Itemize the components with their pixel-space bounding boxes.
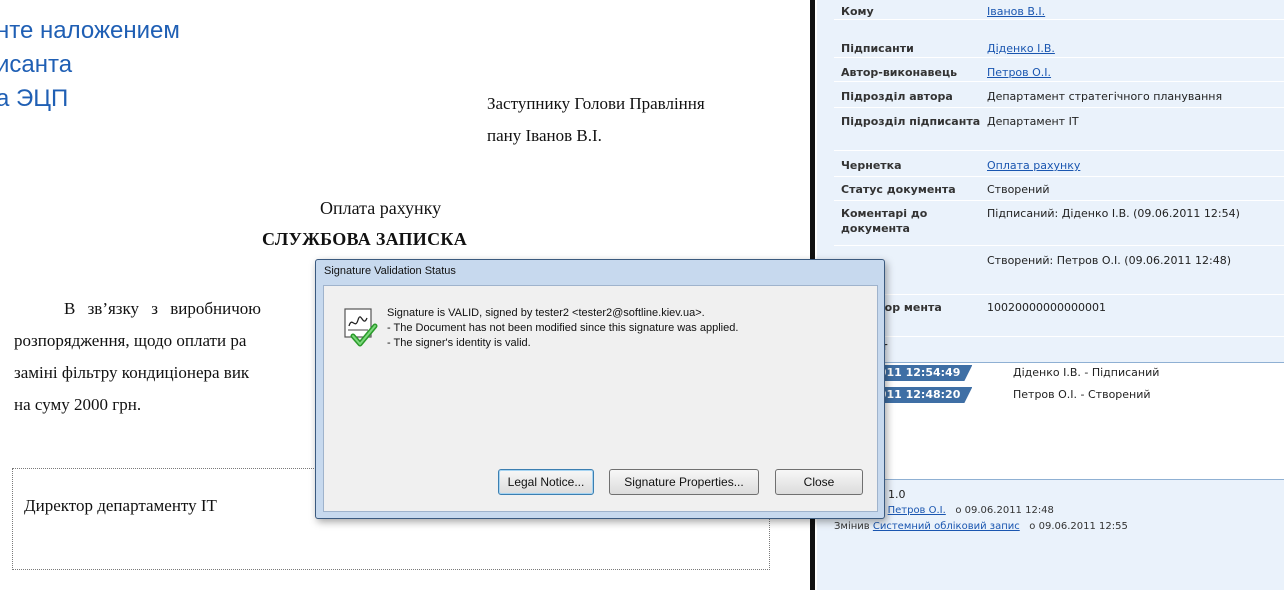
validation-message: Signature is VALID, signed by tester2 <t…: [387, 306, 738, 351]
prop-label: Автор-виконавець: [841, 66, 958, 79]
changed-date: о 09.06.2011 12:48: [955, 505, 1054, 516]
prop-label: Статус документа: [841, 183, 956, 196]
prop-row-to: Кому Іванов В.І.: [834, 0, 1284, 20]
addressee-line: Заступнику Голови Правління: [487, 94, 705, 113]
message-line: - The signer's identity is valid.: [387, 337, 531, 349]
dialog-title: Signature Validation Status: [324, 265, 456, 277]
prop-value-link[interactable]: Діденко І.В.: [987, 41, 1279, 57]
prop-label: Коментарі до документа: [841, 207, 928, 235]
prop-row-draft: Чернетка Оплата рахунку: [834, 154, 1284, 177]
body-line: на суму 2000 грн.: [14, 395, 142, 414]
signature-validation-dialog: Signature Validation Status Signature is…: [315, 259, 885, 519]
message-line: Signature is VALID, signed by tester2 <t…: [387, 307, 705, 319]
changed-by-line: ив Петров О.І. о 09.06.2011 12:48: [872, 505, 1054, 516]
changed-user-link[interactable]: Петров О.І.: [888, 505, 946, 516]
body-line: розпорядження, щодо оплати ра: [14, 331, 247, 350]
prop-value: Департамент IT: [987, 115, 1079, 128]
body-line: заміні фільтру кондиціонера вик: [14, 363, 250, 382]
slide-heading-line: а ЭЦП: [0, 85, 69, 112]
document-subject: Оплата рахунку: [320, 198, 442, 218]
prop-row-identifier: ифікатор мента 10020000000000001: [834, 296, 1284, 337]
prop-value-link[interactable]: Оплата рахунку: [987, 158, 1279, 174]
prop-label: Підписанти: [841, 42, 914, 55]
changed-user-link[interactable]: Системний обліковий запис: [873, 521, 1020, 532]
properties-panel: Кому Іванов В.І. Підписанти Діденко І.В.…: [817, 0, 1284, 590]
prop-row-author-dept: Підрозділ автора Департамент стратегічно…: [834, 85, 1284, 108]
version-number: 1.0: [888, 488, 906, 501]
prop-value: Створений: [987, 183, 1050, 196]
prop-value: Підписаний: Діденко І.В. (09.06.2011 12:…: [987, 207, 1240, 220]
prop-label: Підрозділ автора: [841, 90, 953, 103]
changed-date: о 09.06.2011 12:55: [1029, 521, 1128, 532]
legal-notice-button[interactable]: Legal Notice...: [498, 469, 594, 495]
changed-prefix: Змінив: [834, 521, 870, 532]
addressee: Заступнику Голови Правління пану Іванов …: [487, 88, 705, 152]
prop-label: Підрозділ підписанта: [841, 115, 981, 128]
history-entry[interactable]: Діденко І.В. - Підписаний: [1013, 366, 1159, 379]
prop-row-status: Статус документа Створений: [834, 178, 1284, 201]
changed-by-line: Змінив Системний обліковий запис о 09.06…: [834, 521, 1128, 532]
prop-value-link[interactable]: Іванов В.І.: [987, 4, 1279, 20]
prop-row-signers: Підписанти Діденко І.В.: [834, 37, 1284, 58]
history-entry[interactable]: Петров О.І. - Створений: [1013, 388, 1151, 401]
prop-row-comments-2: Створений: Петров О.І. (09.06.2011 12:48…: [834, 249, 1284, 295]
history-list: .2011 12:54:49 Діденко І.В. - Підписаний…: [862, 362, 1284, 480]
prop-label: Чернетка: [841, 159, 902, 172]
dialog-titlebar[interactable]: Signature Validation Status: [316, 260, 884, 284]
signature-label: Директор департаменту IT: [24, 496, 217, 515]
slide-heading: нте наложением исанта а ЭЦП: [0, 14, 180, 116]
prop-label: Кому: [841, 5, 874, 18]
prop-value: Департамент стратегічного планування: [987, 90, 1223, 103]
prop-row-comments: Коментарі до документа Підписаний: Діден…: [834, 202, 1284, 246]
signature-properties-button[interactable]: Signature Properties...: [609, 469, 759, 495]
body-line: В зв’язку з виробничою: [64, 299, 261, 318]
slide-heading-line: нте наложением: [0, 17, 180, 44]
document-type-title: СЛУЖБОВА ЗАПИСКА: [262, 229, 468, 249]
addressee-line: пану Іванов В.І.: [487, 126, 602, 145]
close-button[interactable]: Close: [775, 469, 863, 495]
document-body: В зв’язку з виробничою розпорядження, що…: [14, 293, 314, 421]
prop-value: Створений: Петров О.І. (09.06.2011 12:48…: [987, 254, 1232, 267]
prop-value: 10020000000000001: [987, 301, 1106, 314]
prop-row-author: Автор-виконавець Петров О.І.: [834, 61, 1284, 82]
message-line: - The Document has not been modified sin…: [387, 322, 739, 334]
dialog-content: Signature is VALID, signed by tester2 <t…: [323, 285, 878, 512]
slide-heading-line: исанта: [0, 51, 73, 78]
signature-valid-icon: [344, 308, 378, 347]
prop-row-signer-dept: Підрозділ підписанта Департамент IT: [834, 110, 1284, 151]
prop-value-link[interactable]: Петров О.І.: [987, 65, 1279, 81]
